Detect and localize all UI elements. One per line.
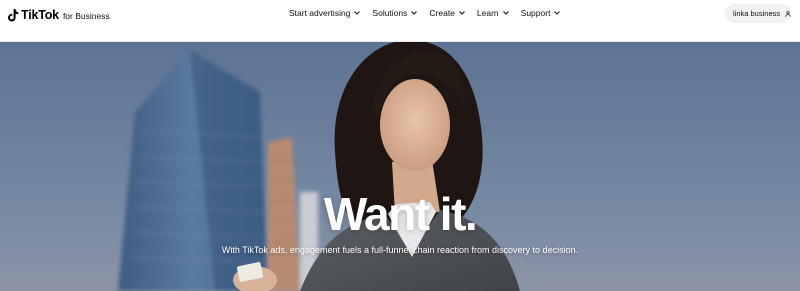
main-nav: Start advertising Solutions Create Learn… <box>289 8 572 18</box>
nav-item-label: Support <box>520 8 551 18</box>
chevron-down-icon <box>459 11 465 15</box>
account-button[interactable]: linka business <box>725 4 791 23</box>
user-icon <box>785 10 791 17</box>
chevron-down-icon <box>502 11 509 15</box>
chevron-down-icon <box>554 11 561 15</box>
brand-name: TikTok <box>21 8 59 22</box>
hero-banner: Want it. With TikTok ads, engagement fue… <box>0 42 800 291</box>
brand-suffix: for Business <box>62 11 110 21</box>
nav-item-label: Solutions <box>372 8 408 18</box>
top-navigation-bar: TikTok for Business Start advertising So… <box>0 0 800 42</box>
hero-title: Want it. <box>323 188 478 240</box>
hero-subtitle: With TikTok ads, engagement fuels a full… <box>221 245 579 255</box>
nav-item-support[interactable]: Support <box>521 8 561 18</box>
tiktok-logo-icon <box>8 8 19 21</box>
nav-item-label: Create <box>429 8 455 18</box>
tiktok-for-business-logo[interactable]: TikTok for Business <box>8 7 110 23</box>
chevron-down-icon <box>411 11 418 15</box>
nav-item-label: Learn <box>476 8 499 18</box>
nav-item-create[interactable]: Create <box>429 8 465 18</box>
nav-item-learn[interactable]: Learn <box>477 8 509 18</box>
nav-item-solutions[interactable]: Solutions <box>372 8 418 18</box>
chevron-down-icon <box>354 11 361 15</box>
nav-item-start-advertising[interactable]: Start advertising <box>289 8 361 18</box>
nav-item-label: Start advertising <box>289 8 351 18</box>
account-label: linka business <box>733 9 781 18</box>
